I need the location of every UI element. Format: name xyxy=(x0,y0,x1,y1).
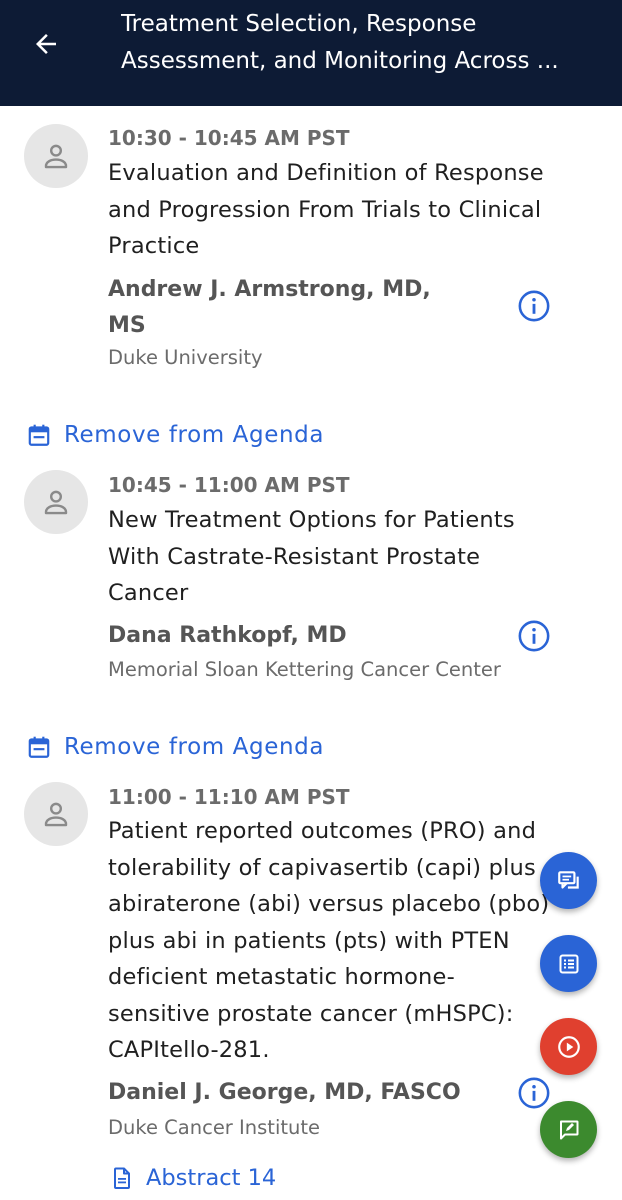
session-title-line: and Progression From Trials to Clinical xyxy=(108,196,542,223)
speaker-name-line: MS xyxy=(108,313,146,338)
session-time: 10:30 - 10:45 AM PST xyxy=(108,126,350,150)
speaker-name-line: Daniel J. George, MD, FASCO xyxy=(108,1080,461,1105)
speaker-affiliation: Memorial Sloan Kettering Cancer Center xyxy=(108,658,501,681)
remove-from-agenda-button[interactable]: Remove from Agenda xyxy=(26,731,324,763)
session-title-line: With Castrate-Resistant Prostate xyxy=(108,543,481,570)
page-title-line-1: Treatment Selection, Response xyxy=(121,11,477,37)
page-title-line-2: Assessment, and Monitoring Across ... xyxy=(121,48,559,74)
session-time: 10:45 - 11:00 AM PST xyxy=(108,473,350,497)
session-title[interactable]: New Treatment Options for Patients With … xyxy=(108,502,598,612)
session-title[interactable]: Evaluation and Definition of Response an… xyxy=(108,155,598,265)
info-icon[interactable] xyxy=(517,1076,551,1110)
speaker-name: Andrew J. Armstrong, MD, MS xyxy=(108,272,431,344)
app-header: Treatment Selection, Response Assessment… xyxy=(0,0,622,106)
document-icon xyxy=(114,1167,130,1189)
session-title-line: CAPItello-281. xyxy=(108,1037,270,1063)
person-icon xyxy=(44,802,68,827)
session-title-line: abiraterone (abi) versus placebo (pbo) xyxy=(108,891,550,917)
chat-icon xyxy=(557,870,579,889)
feedback-fab[interactable] xyxy=(540,1101,597,1158)
person-icon xyxy=(44,144,68,169)
speaker-avatar xyxy=(24,782,88,846)
play-fab[interactable] xyxy=(540,1018,597,1075)
session-title-line: Cancer xyxy=(108,580,189,606)
calendar-icon xyxy=(28,736,50,758)
remove-from-agenda-label: Remove from Agenda xyxy=(64,734,325,760)
remove-from-agenda-label: Remove from Agenda xyxy=(64,422,325,448)
page-title: Treatment Selection, Response Assessment… xyxy=(121,6,601,80)
feedback-icon xyxy=(559,1120,578,1139)
calendar-icon xyxy=(28,424,50,446)
session-title-line: New Treatment Options for Patients xyxy=(108,507,515,533)
list-fab[interactable] xyxy=(540,935,597,992)
remove-from-agenda-button[interactable]: Remove from Agenda xyxy=(26,419,324,451)
speaker-name-line: Dana Rathkopf, MD xyxy=(108,623,347,648)
speaker-avatar xyxy=(24,124,88,188)
session-title-line: tolerability of capivasertib (capi) plus xyxy=(108,854,536,881)
session-title-line: plus abi in patients (pts) with PTEN xyxy=(108,927,510,954)
abstract-label: Abstract 14 xyxy=(146,1165,277,1191)
session-time: 11:00 - 11:10 AM PST xyxy=(108,785,350,809)
session-title-line: Evaluation and Definition of Response xyxy=(108,160,544,186)
session-title-line: Practice xyxy=(108,233,200,259)
abstract-link[interactable]: Abstract 14 xyxy=(110,1164,276,1192)
speaker-name: Dana Rathkopf, MD xyxy=(108,618,347,654)
info-icon[interactable] xyxy=(517,289,551,323)
list-icon xyxy=(559,954,578,973)
arrow-back-icon xyxy=(36,34,56,54)
session-title-line: deficient metastatic hormone- xyxy=(108,964,455,990)
session-title-line: sensitive prostate cancer (mHSPC): xyxy=(108,1000,514,1027)
person-icon xyxy=(44,490,68,515)
info-icon[interactable] xyxy=(517,619,551,653)
speaker-name-line: Andrew J. Armstrong, MD, xyxy=(108,277,431,302)
play-icon xyxy=(557,1035,580,1058)
speaker-avatar xyxy=(24,470,88,534)
chat-fab[interactable] xyxy=(540,852,597,909)
back-button[interactable] xyxy=(24,22,68,66)
session-title-line: Patient reported outcomes (PRO) and xyxy=(108,818,537,844)
speaker-name: Daniel J. George, MD, FASCO xyxy=(108,1075,461,1111)
session-title[interactable]: Patient reported outcomes (PRO) and tole… xyxy=(108,813,598,1069)
speaker-affiliation: Duke Cancer Institute xyxy=(108,1116,321,1139)
speaker-affiliation: Duke University xyxy=(108,346,263,369)
